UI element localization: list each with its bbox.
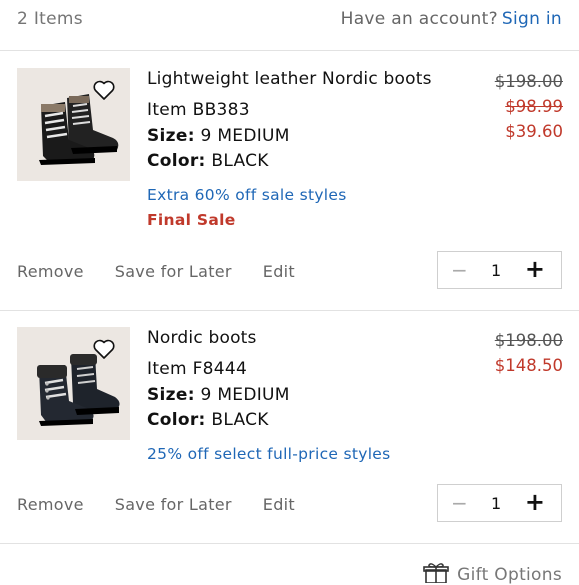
item-number: Item F8444: [147, 359, 248, 379]
account-prompt-text: Have an account?: [340, 9, 498, 29]
size-label: Size:: [147, 126, 195, 146]
wishlist-heart-icon[interactable]: [92, 338, 116, 360]
increase-quantity-button[interactable]: +: [525, 488, 545, 516]
gift-box-icon: [423, 563, 449, 584]
quantity-value[interactable]: 1: [491, 261, 501, 280]
sign-in-link[interactable]: Sign in: [502, 9, 562, 29]
decrease-quantity-button[interactable]: −: [451, 258, 468, 282]
remove-button[interactable]: Remove: [17, 262, 84, 281]
color-line: Color: BLACK: [147, 410, 269, 430]
edit-button[interactable]: Edit: [263, 262, 295, 281]
product-name[interactable]: Lightweight leather Nordic boots: [147, 69, 432, 89]
color-label: Color:: [147, 410, 206, 430]
cart-item: Lightweight leather Nordic boots Item BB…: [0, 51, 579, 311]
wishlist-heart-icon[interactable]: [92, 79, 116, 101]
cart-item: Nordic boots Item F8444 Size: 9 MEDIUM C…: [0, 311, 579, 544]
gift-options-button[interactable]: Gift Options: [423, 563, 562, 585]
size-value: 9 MEDIUM: [200, 126, 290, 146]
size-label: Size:: [147, 385, 195, 405]
increase-quantity-button[interactable]: +: [525, 255, 545, 283]
item-number: Item BB383: [147, 100, 250, 120]
color-value: BLACK: [211, 151, 269, 171]
product-name[interactable]: Nordic boots: [147, 328, 257, 348]
color-line: Color: BLACK: [147, 151, 269, 171]
size-line: Size: 9 MEDIUM: [147, 126, 290, 146]
original-price: $198.00: [494, 72, 563, 91]
original-price: $198.00: [494, 331, 563, 350]
edit-button[interactable]: Edit: [263, 495, 295, 514]
cart-header: 2 Items Have an account? Sign in: [0, 0, 579, 51]
previous-price: $98.99: [505, 97, 563, 116]
final-sale-badge: Final Sale: [147, 211, 236, 229]
current-price: $39.60: [505, 122, 563, 141]
promo-text: 25% off select full-price styles: [147, 445, 391, 463]
current-price: $148.50: [494, 356, 563, 375]
promo-text: Extra 60% off sale styles: [147, 186, 347, 204]
color-value: BLACK: [211, 410, 269, 430]
account-prompt: Have an account? Sign in: [341, 9, 562, 29]
gift-options-label: Gift Options: [457, 565, 562, 585]
quantity-stepper: − 1 +: [437, 251, 562, 289]
size-value: 9 MEDIUM: [200, 385, 290, 405]
product-image[interactable]: [17, 327, 130, 440]
item-actions: Remove Save for Later Edit: [17, 262, 326, 281]
items-count: 2 Items: [17, 9, 83, 29]
quantity-stepper: − 1 +: [437, 484, 562, 522]
remove-button[interactable]: Remove: [17, 495, 84, 514]
item-actions: Remove Save for Later Edit: [17, 495, 326, 514]
decrease-quantity-button[interactable]: −: [451, 491, 468, 515]
size-line: Size: 9 MEDIUM: [147, 385, 290, 405]
product-image[interactable]: [17, 68, 130, 181]
color-label: Color:: [147, 151, 206, 171]
quantity-value[interactable]: 1: [491, 494, 501, 513]
save-for-later-button[interactable]: Save for Later: [115, 262, 232, 281]
save-for-later-button[interactable]: Save for Later: [115, 495, 232, 514]
